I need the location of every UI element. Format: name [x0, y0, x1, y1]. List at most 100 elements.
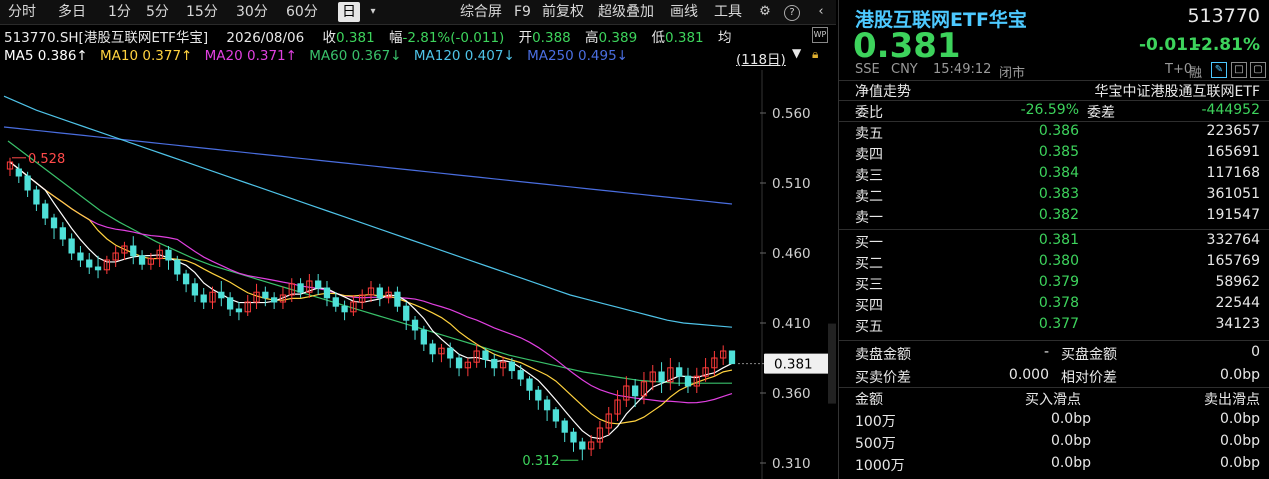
- f9-button[interactable]: F9: [510, 2, 535, 22]
- date-label: 2026/08/06: [226, 30, 305, 46]
- days-selector[interactable]: (118日): [736, 48, 786, 68]
- bid-level-5-price[interactable]: 0.377: [1009, 316, 1079, 332]
- bid-level-5-label: 买五: [855, 319, 883, 335]
- ma-lines: [3, 95, 733, 440]
- period-dropdown-icon[interactable]: ▾: [364, 3, 382, 21]
- candle-body: [579, 441, 586, 450]
- candle-body: [332, 297, 339, 307]
- ask-level-1-price[interactable]: 0.382: [1009, 207, 1079, 223]
- close-value: 0.381: [336, 30, 375, 46]
- candle-body: [86, 259, 93, 268]
- draw-line-button[interactable]: 画线: [666, 2, 702, 22]
- days-dropdown-icon[interactable]: ▼: [792, 46, 801, 60]
- bid-level-2-volume: 165769: [1206, 253, 1260, 269]
- bid-level-3-label: 买三: [855, 277, 883, 293]
- composite-screen-button[interactable]: 综合屏: [456, 2, 506, 22]
- bid-level-2-price[interactable]: 0.380: [1009, 253, 1079, 269]
- buy-amount-label: 买盘金额: [1061, 347, 1117, 363]
- amount-header: 金额: [855, 392, 883, 408]
- sell-amount-label: 卖盘金额: [855, 347, 911, 363]
- ask-level-5-label: 卖五: [855, 126, 883, 142]
- ask-level-5-price[interactable]: 0.386: [1009, 123, 1079, 139]
- candle-body: [24, 175, 31, 191]
- candle-body: [130, 245, 137, 257]
- add-icon[interactable]: □: [1231, 62, 1247, 78]
- candle-body: [491, 358, 498, 369]
- candle-body: [226, 297, 234, 310]
- ask-level-3-price[interactable]: 0.384: [1009, 165, 1079, 181]
- low-label: 低: [651, 30, 666, 46]
- ma60-label: MA60 0.367↓: [309, 48, 402, 64]
- sell-amount-value: -: [1043, 344, 1049, 360]
- super-overlay-button[interactable]: 超级叠加: [594, 2, 658, 22]
- lock-icon[interactable]: 🔒︎: [812, 47, 818, 62]
- candle-body: [508, 361, 516, 372]
- bid-level-4-volume: 22544: [1215, 295, 1260, 311]
- period-tab-1min[interactable]: 1分: [104, 2, 135, 22]
- wp-icon[interactable]: WP: [812, 27, 828, 43]
- bid-level-3-price[interactable]: 0.379: [1009, 274, 1079, 290]
- buy-amount-value: 0: [1251, 344, 1260, 360]
- settings-icon[interactable]: ⚙: [756, 3, 774, 21]
- collapse-icon[interactable]: ‹: [812, 3, 830, 21]
- diff-label: 委差: [1087, 105, 1115, 121]
- current-price-label: 0.381: [774, 357, 813, 373]
- quote-time: 15:49:12: [933, 62, 992, 77]
- slip-buy: 0.0bp: [1050, 411, 1091, 427]
- candle-body: [262, 291, 269, 299]
- period-tab-60min[interactable]: 60分: [282, 2, 322, 22]
- period-tab-5min[interactable]: 5分: [142, 2, 173, 22]
- info-row: 513770.SH[港股互联网ETF华宝] 2026/08/06 收0.381 …: [4, 26, 731, 46]
- close-label: 收: [322, 30, 337, 46]
- window-icon[interactable]: ▢: [1250, 62, 1266, 78]
- ask-level-4-volume: 165691: [1206, 144, 1260, 160]
- candle-body: [323, 287, 331, 299]
- ratio-value: -26.59%: [1020, 102, 1079, 118]
- bid-level-1-volume: 332764: [1206, 232, 1260, 248]
- app: 分时 多日 1分 5分 15分 30分 60分 日 ▾ 综合屏 F9 前复权 超…: [0, 0, 1269, 479]
- candle-body: [191, 283, 199, 296]
- candle-body: [94, 266, 102, 271]
- divider: [839, 229, 1269, 230]
- ask-level-4-label: 卖四: [855, 147, 883, 163]
- margin-label: 融: [1189, 66, 1203, 81]
- ask-level-2-price[interactable]: 0.383: [1009, 186, 1079, 202]
- spread-label: 买卖价差: [855, 370, 911, 386]
- bid-level-5-volume: 34123: [1215, 316, 1260, 332]
- candle-body: [570, 431, 577, 443]
- open-label: 开: [518, 30, 533, 46]
- candle-body: [455, 357, 463, 369]
- candle-body: [218, 291, 225, 299]
- low-value: 0.381: [665, 30, 704, 46]
- slip-amount: 500万: [855, 436, 896, 452]
- divider: [839, 121, 1269, 122]
- bid-level-1-price[interactable]: 0.381: [1009, 232, 1079, 248]
- candle-body: [676, 367, 683, 377]
- slip-sell: 0.0bp: [1219, 455, 1260, 471]
- open-value: 0.388: [532, 30, 571, 46]
- period-tab-daily[interactable]: 日: [338, 2, 360, 22]
- candle-body: [138, 255, 146, 265]
- candle-body: [429, 343, 436, 355]
- kline-chart[interactable]: 0.5600.5100.4600.4100.3600.3100.381› 0.5…: [0, 70, 836, 479]
- bid-level-4-label: 买四: [855, 298, 883, 314]
- nav-trend-label[interactable]: 净值走势: [855, 81, 911, 101]
- candle-body: [420, 329, 427, 345]
- candle-body: [297, 283, 304, 293]
- nav-fund-name: 华宝中证港股通互联网ETF: [1094, 84, 1260, 100]
- rel-spread-label: 相对价差: [1061, 370, 1117, 386]
- help-icon[interactable]: ?: [784, 5, 800, 21]
- bid-level-4-price[interactable]: 0.378: [1009, 295, 1079, 311]
- candle-body: [15, 168, 22, 177]
- edit-icon[interactable]: ✎: [1211, 62, 1227, 78]
- exchange-label: SSE: [855, 62, 880, 77]
- candle-body: [182, 273, 190, 285]
- period-tab-15min[interactable]: 15分: [182, 2, 222, 22]
- tools-button[interactable]: 工具: [710, 2, 746, 22]
- period-tab-30min[interactable]: 30分: [232, 2, 272, 22]
- forward-adjust-button[interactable]: 前复权: [538, 2, 588, 22]
- candle-body: [658, 371, 665, 383]
- period-tab-intraday[interactable]: 分时: [4, 2, 40, 22]
- period-tab-multiday[interactable]: 多日: [54, 2, 90, 22]
- ask-level-4-price[interactable]: 0.385: [1009, 144, 1079, 160]
